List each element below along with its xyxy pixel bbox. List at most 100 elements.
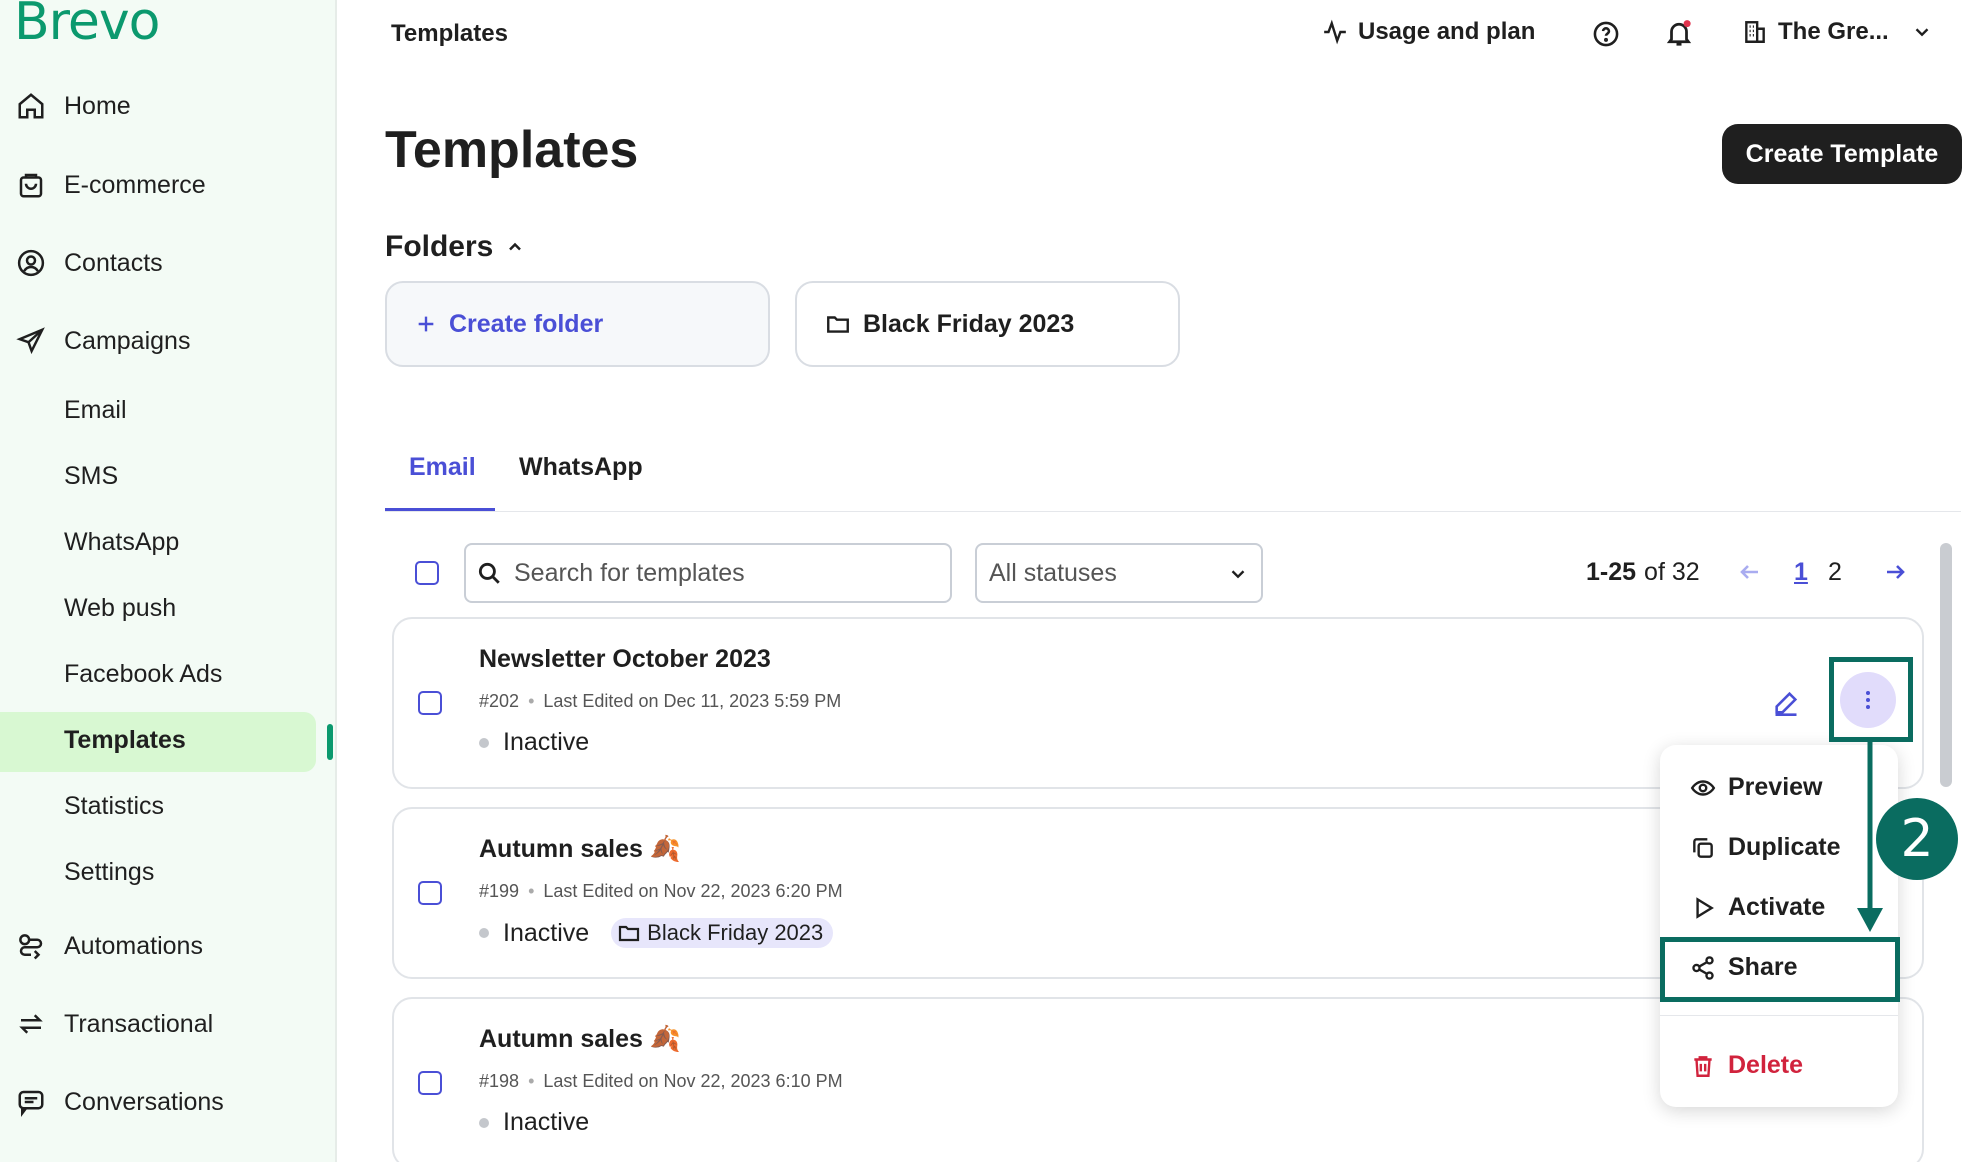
folders-toggle[interactable]: Folders (385, 230, 525, 264)
play-icon (1690, 895, 1716, 921)
tab-email[interactable]: Email (409, 453, 476, 482)
status-dot (479, 737, 489, 748)
tab-whatsapp[interactable]: WhatsApp (519, 453, 643, 482)
trash-icon (1690, 1053, 1716, 1079)
send-icon (14, 324, 48, 358)
chevron-down-icon (1911, 21, 1933, 43)
template-title[interactable]: Autumn sales 🍂 (479, 835, 681, 864)
building-icon (1742, 19, 1768, 45)
template-last-edited: Last Edited on Dec 11, 2023 5:59 PM (543, 691, 842, 711)
activity-icon (1322, 19, 1348, 45)
previous-page-arrow-icon[interactable] (1738, 560, 1762, 589)
shopping-bag-icon (14, 168, 48, 202)
folder-badge[interactable]: Black Friday 2023 (611, 918, 834, 948)
duplicate-icon (1690, 835, 1716, 861)
menu-item-activate[interactable]: Activate (1690, 893, 1825, 922)
menu-divider (1660, 1015, 1898, 1016)
brevo-logo[interactable]: Brevo (14, 0, 160, 52)
chevron-down-icon (1227, 563, 1249, 592)
sidebar-subitem-statistics[interactable]: Statistics (64, 792, 164, 821)
sidebar-item-label: Automations (64, 931, 203, 960)
sidebar-item-label: Home (64, 91, 131, 120)
breadcrumb: Templates (391, 20, 508, 47)
select-all-checkbox[interactable] (415, 561, 439, 585)
menu-item-preview[interactable]: Preview (1690, 773, 1823, 802)
sidebar-item-ecommerce[interactable]: E-commerce (0, 160, 337, 210)
menu-item-label: Activate (1728, 893, 1826, 921)
edit-pencil-icon[interactable] (1772, 689, 1800, 722)
usage-and-plan-link[interactable]: Usage and plan (1322, 18, 1535, 46)
search-input[interactable]: Search for templates (464, 543, 952, 603)
template-id: #198 (479, 1071, 520, 1091)
search-icon (476, 560, 502, 593)
sidebar-item-conversations[interactable]: Conversations (0, 1077, 337, 1127)
template-title[interactable]: Newsletter October 2023 (479, 645, 771, 674)
template-last-edited: Last Edited on Nov 22, 2023 6:10 PM (543, 1071, 843, 1091)
menu-item-label: Preview (1728, 773, 1823, 801)
sidebar-item-home[interactable]: Home (0, 81, 337, 131)
help-icon[interactable] (1592, 20, 1620, 53)
create-template-button[interactable]: Create Template (1722, 124, 1962, 184)
folder-badge-label: Black Friday 2023 (647, 920, 824, 945)
row-checkbox[interactable] (418, 1071, 442, 1095)
pagination-total: of 32 (1644, 558, 1700, 586)
sidebar-item-label: Transactional (64, 1009, 214, 1038)
active-tab-indicator (385, 508, 495, 511)
template-status: Inactive Black Friday 2023 (479, 918, 834, 948)
template-status: Inactive (479, 1108, 589, 1137)
sidebar-subitem-facebook-ads[interactable]: Facebook Ads (64, 660, 222, 689)
annotation-highlight-kebab (1829, 657, 1913, 742)
folder-name: Black Friday 2023 (863, 309, 1075, 338)
plus-icon (415, 313, 437, 335)
status-label: Inactive (503, 1108, 590, 1136)
sidebar-item-label: Conversations (64, 1087, 224, 1116)
account-switcher[interactable]: The Gre... (1742, 18, 1933, 46)
template-last-edited: Last Edited on Nov 22, 2023 6:20 PM (543, 881, 843, 901)
eye-icon (1690, 775, 1716, 801)
active-nav-marker (327, 724, 333, 760)
sidebar-subitem-sms[interactable]: SMS (64, 462, 118, 491)
menu-item-delete[interactable]: Delete (1690, 1051, 1803, 1080)
folder-icon (617, 921, 641, 945)
status-filter-value: All statuses (989, 558, 1117, 587)
chevron-up-icon (505, 237, 525, 257)
template-id: #199 (479, 881, 520, 901)
page-link-1[interactable]: 1 (1794, 558, 1808, 587)
sidebar-item-contacts[interactable]: Contacts (0, 238, 337, 288)
usage-label: Usage and plan (1358, 18, 1536, 45)
create-folder-button[interactable]: Create folder (385, 281, 770, 367)
status-filter-select[interactable]: All statuses (975, 543, 1263, 603)
account-name: The Gre... (1778, 18, 1889, 45)
menu-item-label: Delete (1728, 1051, 1804, 1079)
chat-icon (14, 1085, 48, 1119)
row-checkbox[interactable] (418, 881, 442, 905)
sidebar-item-automations[interactable]: Automations (0, 921, 337, 971)
sidebar-item-transactional[interactable]: Transactional (0, 999, 337, 1049)
folder-card-black-friday[interactable]: Black Friday 2023 (795, 281, 1180, 367)
scrollbar-thumb[interactable] (1940, 543, 1952, 787)
sidebar-item-label: E-commerce (64, 170, 206, 199)
pagination-summary: 1-25 of 32 (1586, 558, 1700, 587)
status-label: Inactive (503, 918, 590, 947)
template-meta: #202 • Last Edited on Dec 11, 2023 5:59 … (479, 691, 842, 711)
next-page-arrow-icon[interactable] (1883, 560, 1907, 589)
status-dot (479, 928, 489, 938)
page-link-2[interactable]: 2 (1828, 558, 1842, 587)
template-title[interactable]: Autumn sales 🍂 (479, 1025, 681, 1054)
annotation-step-badge: 2 (1876, 798, 1958, 880)
menu-item-duplicate[interactable]: Duplicate (1690, 833, 1841, 862)
sidebar-subitem-whatsapp[interactable]: WhatsApp (64, 528, 179, 557)
folders-heading: Folders (385, 230, 494, 263)
sidebar-subitem-email[interactable]: Email (64, 396, 127, 425)
sidebar-subitem-templates[interactable]: Templates (64, 726, 186, 755)
sidebar-subitem-settings[interactable]: Settings (64, 858, 154, 887)
sidebar-subitem-web-push[interactable]: Web push (64, 594, 176, 623)
annotation-highlight-share (1660, 937, 1900, 1002)
sidebar-item-label: Campaigns (64, 326, 191, 355)
automation-icon (14, 929, 48, 963)
sidebar-item-campaigns[interactable]: Campaigns (0, 316, 337, 366)
row-checkbox[interactable] (418, 691, 442, 715)
notifications-bell-icon[interactable] (1664, 18, 1694, 53)
sidebar-item-label: Contacts (64, 248, 163, 277)
search-placeholder: Search for templates (514, 558, 745, 587)
